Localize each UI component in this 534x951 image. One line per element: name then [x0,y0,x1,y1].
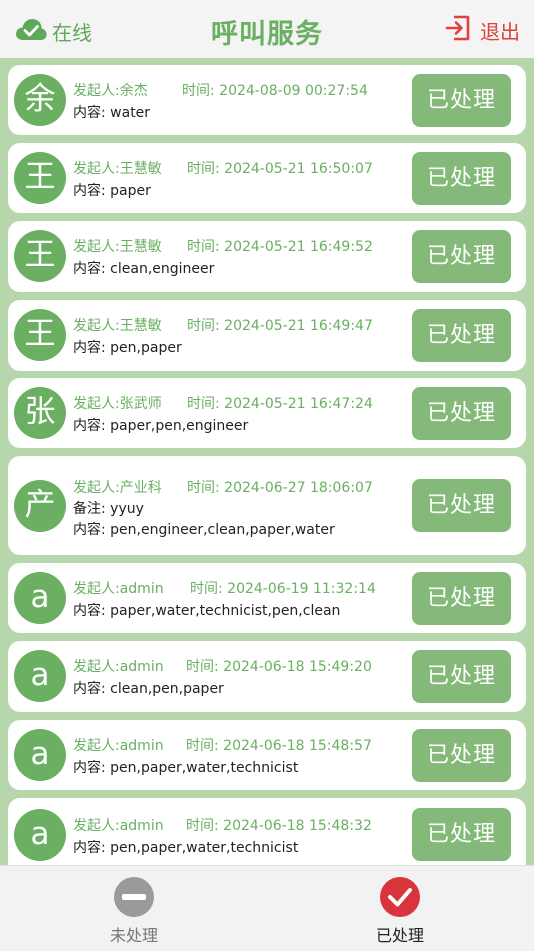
call-content: 内容: pen,engineer,clean,paper,water [73,522,335,538]
initiator: 发起人:余杰 [73,83,148,99]
avatar: 王 [14,309,66,361]
initiator: 发起人:admin [73,818,164,834]
processed-button[interactable]: 已处理 [412,572,511,625]
avatar: 王 [14,152,66,204]
processed-button[interactable]: 已处理 [412,387,511,440]
call-note: 备注: yyuy [73,501,144,517]
processed-button[interactable]: 已处理 [412,808,511,861]
initiator: 发起人:admin [73,659,164,675]
avatar: a [14,729,66,781]
call-content: 内容: paper [73,183,151,199]
call-card: 张 发起人:张武师 时间: 2024-05-21 16:47:24 内容: pa… [8,378,526,448]
call-card: a 发起人:admin 时间: 2024-06-18 15:48:32 内容: … [8,798,526,865]
call-card: 王 发起人:王慧敏 时间: 2024-05-21 16:50:07 内容: pa… [8,143,526,213]
avatar: a [14,650,66,702]
call-time: 时间: 2024-05-21 16:49:52 [187,239,373,255]
call-content: 内容: paper,water,technicist,pen,clean [73,603,341,619]
call-content: 内容: water [73,105,151,121]
tab-pending-label: 未处理 [109,926,158,945]
tab-pending[interactable]: 未处理 [74,876,194,946]
call-time: 时间: 2024-05-21 16:49:47 [187,318,373,334]
logout-button[interactable]: 退出 [444,14,520,47]
initiator: 发起人:admin [73,581,164,597]
call-card: a 发起人:admin 时间: 2024-06-19 11:32:14 内容: … [8,563,526,633]
initiator: 发起人:admin [73,738,164,754]
call-time: 时间: 2024-06-27 18:06:07 [187,480,373,496]
processed-button[interactable]: 已处理 [412,74,511,127]
call-card: 王 发起人:王慧敏 时间: 2024-05-21 16:49:52 内容: cl… [8,221,526,292]
call-card: a 发起人:admin 时间: 2024-06-18 15:49:20 内容: … [8,641,526,712]
call-content: 内容: pen,paper,water,technicist [73,760,299,776]
processed-button[interactable]: 已处理 [412,729,511,782]
call-time: 时间: 2024-06-18 15:48:57 [186,738,372,754]
call-content: 内容: pen,paper,water,technicist [73,840,299,856]
avatar: 张 [14,387,66,439]
call-time: 时间: 2024-05-21 16:50:07 [187,161,373,177]
processed-button[interactable]: 已处理 [412,479,511,532]
initiator: 发起人:张武师 [73,396,162,412]
call-time: 时间: 2024-05-21 16:47:24 [187,396,373,412]
avatar: a [14,809,66,861]
call-card: a 发起人:admin 时间: 2024-06-18 15:48:57 内容: … [8,720,526,790]
call-time: 时间: 2024-06-19 11:32:14 [190,581,376,597]
call-content: 内容: paper,pen,engineer [73,418,249,434]
top-bar: 在线 呼叫服务 退出 [0,0,534,58]
call-content: 内容: clean,pen,paper [73,681,224,697]
call-content: 内容: clean,engineer [73,261,215,277]
call-time: 时间: 2024-06-18 15:48:32 [186,818,372,834]
avatar: 王 [14,230,66,282]
call-time: 时间: 2024-06-18 15:49:20 [186,659,372,675]
bottom-tab-bar: 未处理 已处理 [0,865,534,951]
processed-button[interactable]: 已处理 [412,650,511,703]
processed-button[interactable]: 已处理 [412,152,511,205]
processed-button[interactable]: 已处理 [412,230,511,283]
tab-processed[interactable]: 已处理 [340,876,460,946]
logout-label: 退出 [480,20,520,44]
call-card: 余 发起人:余杰 时间: 2024-08-09 00:27:54 内容: wat… [8,65,526,135]
minus-circle-icon [74,876,194,918]
tab-processed-label: 已处理 [375,926,424,945]
initiator: 发起人:王慧敏 [73,161,162,177]
call-content: 内容: pen,paper [73,340,182,356]
initiator: 发起人:产业科 [73,480,162,496]
call-list[interactable]: 余 发起人:余杰 时间: 2024-08-09 00:27:54 内容: wat… [0,58,534,865]
avatar: 产 [14,480,66,532]
call-time: 时间: 2024-08-09 00:27:54 [182,83,368,99]
avatar: a [14,572,66,624]
avatar: 余 [14,74,66,126]
exit-icon [444,14,480,47]
initiator: 发起人:王慧敏 [73,239,162,255]
check-circle-icon [340,876,460,918]
initiator: 发起人:王慧敏 [73,318,162,334]
processed-button[interactable]: 已处理 [412,309,511,362]
call-card: 产 发起人:产业科 时间: 2024-06-27 18:06:07 备注: yy… [8,456,526,555]
call-card: 王 发起人:王慧敏 时间: 2024-05-21 16:49:47 内容: pe… [8,300,526,371]
